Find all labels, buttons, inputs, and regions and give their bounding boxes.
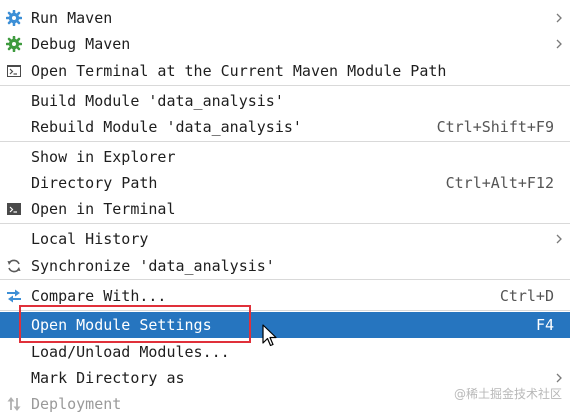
menu-item-label: Open in Terminal [31,200,176,218]
menu-item-shortcut: Ctrl+Shift+F9 [436,118,554,136]
debug-gear-icon [6,36,22,52]
menu-item-open-in-terminal[interactable]: Open in Terminal [0,196,570,222]
menu-item-label: Open Terminal at the Current Maven Modul… [31,62,447,80]
menu-item-label: Debug Maven [31,35,131,53]
chevron-right-icon [556,13,562,23]
menu-item-label: Build Module 'data_analysis' [31,92,284,110]
menu-item-label: Synchronize 'data_analysis' [31,257,275,275]
compare-icon [7,289,21,303]
menu-item-open-terminal-maven[interactable]: Open Terminal at the Current Maven Modul… [0,58,570,84]
menu-item-label: Local History [31,230,149,248]
gear-icon [6,10,22,26]
watermark: @稀土掘金技术社区 [453,387,562,401]
menu-separator [0,279,570,280]
menu-item-shortcut: F4 [535,316,554,334]
chevron-right-icon [556,373,562,383]
menu-item-directory-path[interactable]: Directory Path Ctrl+Alt+F12 [0,170,570,196]
menu-item-label: Directory Path [31,174,158,192]
menu-item-build-module[interactable]: Build Module 'data_analysis' [0,88,570,114]
annotation-highlight-box [19,305,251,343]
menu-item-label: Deployment [31,395,122,413]
sync-icon [7,259,21,273]
chevron-right-icon [556,39,562,49]
chevron-right-icon [556,234,562,244]
menu-item-shortcut: Ctrl+Alt+F12 [445,174,554,192]
terminal-icon [7,203,21,215]
menu-item-show-in-explorer[interactable]: Show in Explorer [0,144,570,170]
deployment-icon [7,397,21,411]
menu-separator [0,85,570,86]
menu-item-rebuild-module[interactable]: Rebuild Module 'data_analysis' Ctrl+Shif… [0,114,570,140]
menu-item-synchronize[interactable]: Synchronize 'data_analysis' [0,253,570,279]
mouse-cursor-icon [262,324,277,347]
menu-separator [0,141,570,142]
menu-item-label: Mark Directory as [31,369,185,387]
menu-item-debug-maven[interactable]: Debug Maven [0,31,570,57]
terminal-icon [7,65,21,77]
menu-item-run-maven[interactable]: Run Maven [0,5,570,31]
menu-separator [0,223,570,224]
menu-item-label: Show in Explorer [31,148,176,166]
menu-item-shortcut: Ctrl+D [499,287,554,305]
context-menu: Run Maven Debug Maven Open Terminal at t… [0,0,570,414]
menu-item-local-history[interactable]: Local History [0,226,570,252]
menu-item-label: Run Maven [31,9,113,27]
menu-item-label: Rebuild Module 'data_analysis' [31,118,302,136]
